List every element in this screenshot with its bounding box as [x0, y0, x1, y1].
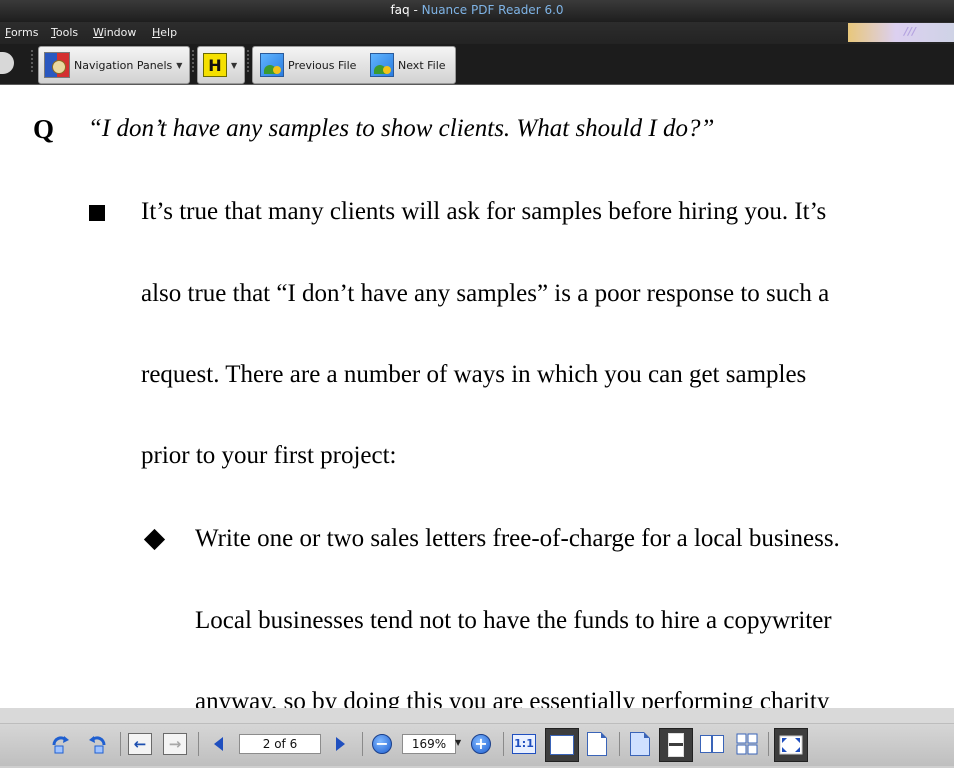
toolbar-grip[interactable]: [247, 50, 249, 74]
sub-bullet-line: Local businesses tend not to have the fu…: [195, 607, 832, 634]
previous-file-label: Previous File: [288, 58, 357, 72]
document-view[interactable]: Q “I don’t have any samples to show clie…: [0, 85, 954, 708]
menu-help[interactable]: Help: [152, 26, 177, 39]
continuous-page-icon: [668, 733, 684, 757]
zoom-out-button[interactable]: −: [369, 731, 395, 757]
square-bullet-icon: [89, 205, 105, 221]
rotate-clockwise-icon[interactable]: [48, 731, 74, 757]
file-nav-group: Previous File Next File: [252, 46, 456, 84]
separator: [198, 732, 199, 756]
paragraph-line: prior to your first project:: [141, 442, 397, 469]
page-number-field[interactable]: 2 of 6: [239, 734, 321, 754]
actual-size-icon: 1:1: [512, 734, 536, 754]
status-bar: ← → 2 of 6 − 169% ▼ + 1:1: [0, 708, 954, 768]
zoom-field[interactable]: 169%: [402, 734, 456, 754]
question-text: “I don’t have any samples to show client…: [88, 115, 715, 142]
next-page-icon: [335, 737, 345, 751]
two-page-continuous-icon: [736, 733, 758, 755]
previous-page-icon: [213, 737, 223, 751]
separator: [768, 732, 769, 756]
two-page-icon: [700, 735, 724, 753]
forward-arrow-icon: →: [163, 733, 187, 755]
back-view-button[interactable]: ←: [127, 731, 153, 757]
zoom-out-icon: −: [372, 734, 392, 754]
single-page-icon: [630, 732, 650, 756]
next-file-button[interactable]: Next File: [370, 52, 446, 78]
forward-view-button[interactable]: →: [162, 731, 188, 757]
rotate-counterclockwise-icon[interactable]: [84, 731, 110, 757]
window-title: faq - Nuance PDF Reader 6.0: [390, 3, 564, 17]
back-arrow-icon: ←: [128, 733, 152, 755]
question-marker: Q: [33, 114, 55, 144]
menu-window[interactable]: Window: [93, 26, 136, 39]
chevron-down-icon[interactable]: ▼: [231, 61, 237, 70]
chevron-down-icon[interactable]: ▼: [455, 738, 461, 747]
sub-bullet-line: anyway, so by doing this you are essenti…: [195, 688, 830, 708]
fit-width-button[interactable]: [545, 728, 579, 762]
separator: [619, 732, 620, 756]
previous-page-button[interactable]: [205, 731, 231, 757]
nav-panels-group: Navigation Panels ▼: [38, 46, 190, 84]
menu-bar: Forms Tools Window Help: [0, 22, 954, 44]
next-file-label: Next File: [398, 58, 446, 72]
sub-bullet-line: Write one or two sales letters free-of-c…: [195, 525, 840, 552]
full-screen-button[interactable]: [774, 728, 808, 762]
chevron-down-icon[interactable]: ▼: [176, 61, 182, 70]
single-page-button[interactable]: [627, 731, 653, 757]
toolbar-grip[interactable]: [192, 50, 194, 74]
continuous-page-button[interactable]: [659, 728, 693, 762]
navigation-panels-icon: [44, 52, 70, 78]
highlight-group: H ▼: [197, 46, 245, 84]
next-page-button[interactable]: [327, 731, 353, 757]
separator: [120, 732, 121, 756]
previous-file-icon: [260, 53, 284, 77]
navigation-panels-label: Navigation Panels: [74, 58, 173, 72]
paragraph-line: It’s true that many clients will ask for…: [141, 198, 827, 225]
title-bar: faq - Nuance PDF Reader 6.0: [0, 0, 954, 22]
fit-page-icon: [587, 732, 607, 756]
navigation-panels-button[interactable]: Navigation Panels ▼: [44, 52, 182, 78]
two-page-continuous-button[interactable]: [734, 731, 760, 757]
fit-page-button[interactable]: [584, 731, 610, 757]
diamond-bullet-icon: [143, 528, 166, 551]
paragraph-line: also true that “I don’t have any samples…: [141, 280, 830, 307]
separator: [362, 732, 363, 756]
two-page-button[interactable]: [699, 731, 725, 757]
menu-tools[interactable]: Tools: [51, 26, 78, 39]
fit-width-icon: [550, 735, 574, 755]
toolbar: Navigation Panels ▼ H ▼ Previous File Ne…: [0, 44, 954, 85]
status-band: [0, 708, 954, 724]
paragraph-line: request. There are a number of ways in w…: [141, 361, 807, 388]
app-logo: ///: [848, 23, 954, 42]
zoom-in-button[interactable]: +: [468, 731, 494, 757]
zoom-in-icon: +: [471, 734, 491, 754]
highlight-icon: H: [203, 53, 227, 77]
toolbar-grip[interactable]: [31, 50, 33, 74]
next-file-icon: [370, 53, 394, 77]
separator: [503, 732, 504, 756]
actual-size-button[interactable]: 1:1: [511, 731, 537, 757]
highlight-button[interactable]: H ▼: [203, 52, 237, 78]
menu-forms[interactable]: Forms: [5, 26, 38, 39]
previous-file-button[interactable]: Previous File: [260, 52, 356, 78]
refresh-icon[interactable]: [0, 52, 14, 74]
full-screen-icon: [779, 735, 803, 755]
